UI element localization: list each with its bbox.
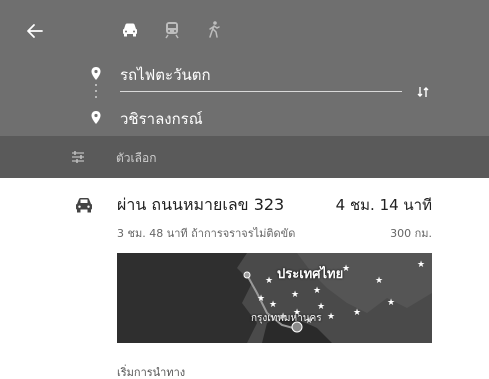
tab-transit[interactable] bbox=[160, 18, 184, 42]
route-map-thumbnail[interactable]: ★ ★ ★ ★ ★ ★ ★ ★ ★ ★ ★ ★ ★ ★ ★ ประเทศไทย กรุงเทพมหา… bbox=[117, 253, 432, 343]
travel-mode-tabs bbox=[118, 18, 226, 42]
options-bar[interactable]: ตัวเลือก bbox=[0, 136, 489, 178]
map-terrain: ★★★ ★★★ ★★★ ★★ ★ ★★★ bbox=[117, 253, 432, 343]
field-divider bbox=[120, 91, 402, 92]
svg-text:★: ★ bbox=[313, 286, 321, 296]
start-navigation-link[interactable]: เริ่มการนำทาง bbox=[117, 363, 185, 379]
svg-text:★: ★ bbox=[353, 308, 361, 318]
svg-text:★: ★ bbox=[417, 260, 425, 270]
destination-field[interactable]: วชิราลงกรณ์ bbox=[120, 107, 203, 131]
tab-driving[interactable] bbox=[118, 18, 142, 42]
destination-pin-icon bbox=[91, 111, 101, 124]
svg-text:★: ★ bbox=[387, 298, 395, 308]
train-icon bbox=[165, 22, 179, 39]
svg-text:★: ★ bbox=[265, 276, 273, 286]
back-arrow-icon[interactable] bbox=[24, 20, 46, 42]
svg-text:★: ★ bbox=[375, 276, 383, 286]
svg-text:★: ★ bbox=[269, 300, 277, 310]
origin-field[interactable]: รถไฟตะวันตก bbox=[120, 63, 211, 87]
route-subtitle: 3 ชม. 48 นาที ถ้าการจราจรไม่ติดขัด bbox=[117, 227, 296, 240]
map-city-label: กรุงเทพมหานคร bbox=[251, 313, 322, 324]
route-dots bbox=[95, 84, 97, 104]
tab-walking[interactable] bbox=[202, 18, 226, 42]
svg-text:★: ★ bbox=[291, 290, 299, 300]
svg-text:★: ★ bbox=[327, 312, 335, 322]
route-distance: 300 กม. bbox=[390, 227, 432, 240]
tune-icon bbox=[72, 151, 84, 163]
route-result[interactable]: ผ่าน ถนนหมายเลข 323 4 ชม. 14 นาที 3 ชม. … bbox=[0, 178, 489, 379]
swap-icon[interactable] bbox=[415, 84, 431, 100]
svg-text:★: ★ bbox=[257, 294, 265, 304]
route-duration: 4 ชม. 14 นาที bbox=[335, 196, 432, 214]
directions-header: รถไฟตะวันตก วชิราลงกรณ์ bbox=[0, 0, 489, 136]
car-icon bbox=[123, 23, 137, 37]
options-label: ตัวเลือก bbox=[116, 151, 157, 165]
car-icon bbox=[76, 198, 92, 213]
route-title: ผ่าน ถนนหมายเลข 323 bbox=[117, 195, 285, 214]
map-country-label: ประเทศไทย bbox=[277, 267, 344, 282]
origin-pin-icon bbox=[91, 67, 101, 80]
walk-icon bbox=[209, 21, 220, 38]
